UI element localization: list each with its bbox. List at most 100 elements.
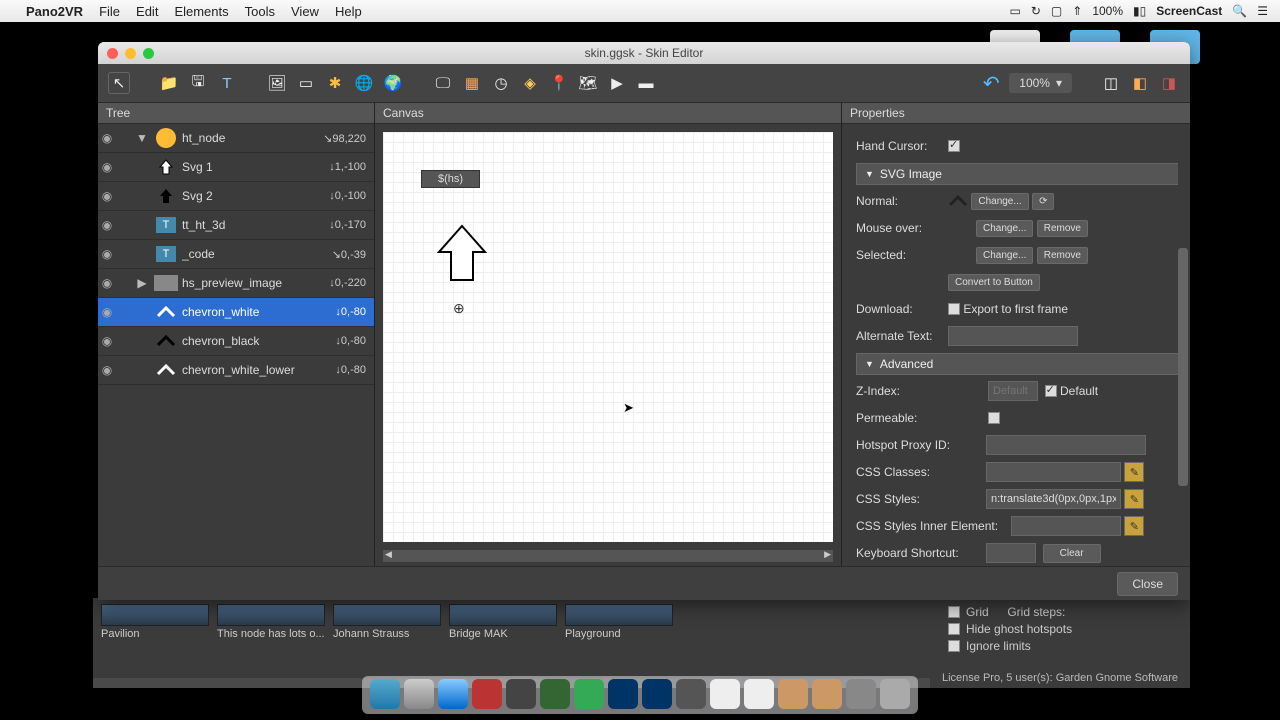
close-button[interactable]: Close [1117, 572, 1178, 596]
reset-normal-button[interactable]: ⟳ [1032, 193, 1054, 210]
dock-app-icon[interactable] [778, 679, 808, 709]
edit-cssclasses-button[interactable]: ✎ [1124, 462, 1144, 482]
canvas-arrow-svg[interactable] [435, 224, 489, 284]
remove-selected-button[interactable]: Remove [1037, 247, 1088, 264]
screen-tool-icon[interactable]: 🖵 [432, 72, 454, 94]
canvas-hotspot-label[interactable]: $(hs) [421, 170, 480, 188]
menu-edit[interactable]: Edit [136, 4, 158, 19]
menu-elements[interactable]: Elements [174, 4, 228, 19]
dock-app-icon[interactable] [370, 679, 400, 709]
airplay-icon[interactable]: ▭ [1010, 4, 1021, 18]
visibility-icon[interactable]: ◉ [98, 131, 116, 145]
visibility-icon[interactable]: ◉ [98, 218, 116, 232]
tree-row[interactable]: ◉Svg 2↓0,-100 [98, 182, 374, 211]
tree-row[interactable]: ◉chevron_white_lower↓0,-80 [98, 356, 374, 385]
edit-cssinner-button[interactable]: ✎ [1124, 516, 1144, 536]
grid-checkbox[interactable] [948, 606, 960, 618]
menu-extras-icon[interactable]: ☰ [1257, 4, 1268, 18]
dock-app-icon[interactable] [812, 679, 842, 709]
expand-icon[interactable]: ▶ [134, 276, 150, 290]
menu-help[interactable]: Help [335, 4, 362, 19]
dock-app-icon[interactable] [404, 679, 434, 709]
change-mouseover-button[interactable]: Change... [976, 220, 1033, 237]
cssinner-input[interactable] [1011, 516, 1121, 536]
spotlight-icon[interactable]: 🔍 [1232, 4, 1247, 18]
menu-file[interactable]: File [99, 4, 120, 19]
wifi-icon[interactable]: ⇑ [1072, 4, 1082, 18]
text-tool-icon[interactable]: T [216, 72, 238, 94]
node-thumb[interactable]: Bridge MAK [449, 604, 557, 640]
visibility-icon[interactable]: ◉ [98, 160, 116, 174]
visibility-icon[interactable]: ◉ [98, 247, 116, 261]
edit-cssstyles-button[interactable]: ✎ [1124, 489, 1144, 509]
app-name[interactable]: Pano2VR [26, 4, 83, 19]
cssstyles-input[interactable] [986, 489, 1121, 509]
menu-view[interactable]: View [291, 4, 319, 19]
visibility-icon[interactable]: ◉ [98, 334, 116, 348]
visibility-icon[interactable]: ◉ [98, 276, 116, 290]
window-titlebar[interactable]: skin.ggsk - Skin Editor [98, 42, 1190, 64]
properties-scrollbar[interactable] [1178, 127, 1188, 560]
dock-app-icon[interactable] [846, 679, 876, 709]
node-thumb[interactable]: Pavilion [101, 604, 209, 640]
dock-app-icon[interactable] [642, 679, 672, 709]
color-tool-icon[interactable]: ▬ [635, 72, 657, 94]
clear-button[interactable]: Clear [1043, 544, 1101, 563]
tree-row[interactable]: ◉Svg 1↓1,-100 [98, 153, 374, 182]
node-thumb[interactable]: Johann Strauss [333, 604, 441, 640]
visibility-icon[interactable]: ◉ [98, 363, 116, 377]
panel-icon-3[interactable]: ◨ [1158, 72, 1180, 94]
hotspot-tool-icon[interactable]: ◈ [519, 72, 541, 94]
anchor-icon[interactable]: ⊕ [453, 300, 465, 317]
globe-tool-icon[interactable]: 🌐 [353, 72, 375, 94]
dock-app-icon[interactable] [744, 679, 774, 709]
panel-icon-2[interactable]: ◧ [1129, 72, 1151, 94]
cssclasses-input[interactable] [986, 462, 1121, 482]
node-thumb[interactable]: This node has lots o... [217, 604, 325, 640]
remove-mouseover-button[interactable]: Remove [1037, 220, 1088, 237]
grid-tool-icon[interactable]: ▦ [461, 72, 483, 94]
image-tool-icon[interactable]: 🖼 [266, 72, 288, 94]
dock-app-icon[interactable] [438, 679, 468, 709]
tree-row[interactable]: ◉▶hs_preview_image↓0,-220 [98, 269, 374, 298]
screencast-label[interactable]: ScreenCast [1156, 4, 1222, 18]
visibility-icon[interactable]: ◉ [98, 305, 116, 319]
dock-app-icon[interactable] [676, 679, 706, 709]
svg-image-section[interactable]: ▼SVG Image [856, 163, 1180, 185]
tree-row[interactable]: ◉▼ht_node↘98,220 [98, 124, 374, 153]
dock-app-icon[interactable] [608, 679, 638, 709]
zindex-input[interactable] [988, 381, 1038, 401]
advanced-section[interactable]: ▼Advanced [856, 353, 1180, 375]
tree-row[interactable]: ◉T_code↘0,-39 [98, 240, 374, 269]
visibility-icon[interactable]: ◉ [98, 189, 116, 203]
canvas-scrollbar[interactable] [383, 550, 833, 562]
tree-row[interactable]: ◉Ttt_ht_3d↓0,-170 [98, 211, 374, 240]
tree-row[interactable]: ◉chevron_black↓0,-80 [98, 327, 374, 356]
export-checkbox[interactable] [948, 303, 960, 315]
hand-cursor-checkbox[interactable] [948, 140, 960, 152]
dock-app-icon[interactable] [540, 679, 570, 709]
expand-icon[interactable]: ▼ [134, 131, 150, 145]
pointer-tool-icon[interactable]: ↖ [108, 72, 130, 94]
ignore-limits-checkbox[interactable] [948, 640, 960, 652]
timer-tool-icon[interactable]: ◷ [490, 72, 512, 94]
battery-icon[interactable]: ▮▯ [1133, 4, 1146, 18]
canvas-area[interactable]: $(hs) ⊕ ➤ [383, 132, 833, 542]
change-selected-button[interactable]: Change... [976, 247, 1033, 264]
alttext-input[interactable] [948, 326, 1078, 346]
save-icon[interactable]: 🖫 [187, 72, 209, 94]
node-thumb[interactable]: Playground [565, 604, 673, 640]
svg-tool-icon[interactable]: ✱ [324, 72, 346, 94]
dock-app-icon[interactable] [506, 679, 536, 709]
menu-tools[interactable]: Tools [245, 4, 275, 19]
zoom-select[interactable]: 100%▾ [1009, 73, 1072, 93]
permeable-checkbox[interactable] [988, 412, 1000, 424]
change-normal-button[interactable]: Change... [971, 193, 1028, 210]
dock-app-icon[interactable] [880, 679, 910, 709]
video-tool-icon[interactable]: ▶ [606, 72, 628, 94]
dock-app-icon[interactable] [472, 679, 502, 709]
open-icon[interactable]: 📁 [158, 72, 180, 94]
proxy-input[interactable] [986, 435, 1146, 455]
dock-app-icon[interactable] [710, 679, 740, 709]
zindex-default-checkbox[interactable] [1045, 385, 1057, 397]
